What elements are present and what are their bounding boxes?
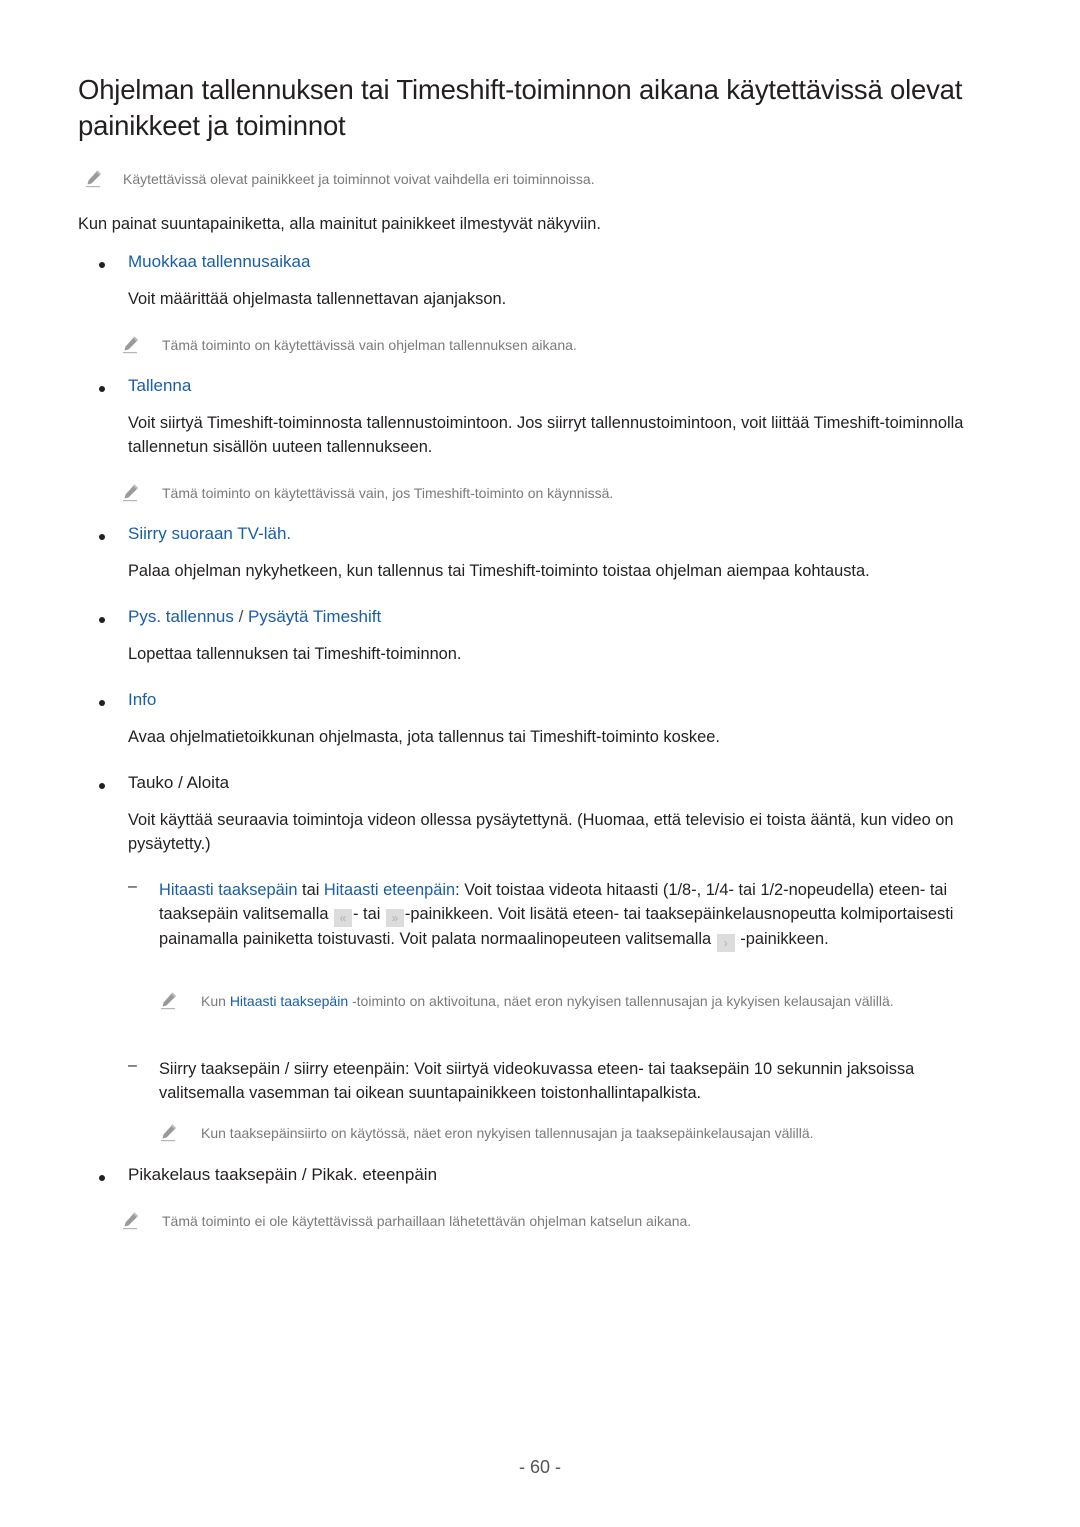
item-heading-tallenna: Tallenna xyxy=(128,376,192,395)
note-text: Kun xyxy=(201,993,230,1009)
play-key-icon: › xyxy=(716,934,735,952)
rewind-key-icon: « xyxy=(334,909,353,927)
term-slow-forward: Hitaasti eteenpäin xyxy=(323,881,456,899)
item-note: Tämä toiminto on käytettävissä vain, jos… xyxy=(162,485,614,501)
item-text: Voit käyttää seuraavia toimintoja videon… xyxy=(128,811,954,853)
item-heading-pikakelaus: Pikakelaus taaksepäin / Pikak. eteenpäin xyxy=(128,1165,438,1184)
page-number: - 60 - xyxy=(518,1457,561,1477)
bullet-icon xyxy=(99,700,105,706)
sub-item-slow-motion: Hitaasti taaksepäin tai Hitaasti eteenpä… xyxy=(159,878,999,952)
sub-note: Kun Hitaasti taaksepäin -toiminto on akt… xyxy=(201,988,991,1014)
term-slow-rewind: Hitaasti taaksepäin xyxy=(159,881,298,899)
bullet-icon xyxy=(99,783,105,789)
item-heading-tauko: Tauko / Aloita xyxy=(128,773,230,792)
dash-bullet: – xyxy=(128,878,137,895)
heading-term: Pysäytä Timeshift xyxy=(248,607,382,626)
note-pencil-icon xyxy=(121,1210,141,1230)
note-term: Hitaasti taaksepäin xyxy=(229,993,349,1009)
heading-term: Pys. tallennus xyxy=(128,607,234,626)
sub-item-skip: Siirry taaksepäin / siirry eteenpäin: Vo… xyxy=(159,1060,915,1102)
note-pencil-icon xyxy=(159,1122,179,1142)
item-text: Voit määrittää ohjelmasta tallennettavan… xyxy=(128,290,507,308)
joiner-text: tai xyxy=(297,881,324,899)
intro-note: Käytettävissä olevat painikkeet ja toimi… xyxy=(123,171,595,187)
bullet-icon xyxy=(99,386,105,392)
sub-text: -painikkeen. xyxy=(735,930,829,948)
note-pencil-icon xyxy=(121,334,141,354)
sub-text: - tai xyxy=(353,905,385,923)
bullet-icon xyxy=(99,617,105,623)
item-text: Voit siirtyä Timeshift-toiminnosta talle… xyxy=(128,414,964,456)
item-text: Lopettaa tallennuksen tai Timeshift-toim… xyxy=(128,645,462,663)
bullet-icon xyxy=(99,1175,105,1181)
page-title: Ohjelman tallennuksen tai Timeshift-toim… xyxy=(78,74,963,141)
note-pencil-icon xyxy=(159,990,179,1010)
note-pencil-icon xyxy=(121,482,141,502)
intro-text: Kun painat suuntapainiketta, alla mainit… xyxy=(78,215,601,233)
heading-separator: / xyxy=(233,607,249,626)
note-pencil-icon xyxy=(84,168,104,188)
item-text: Palaa ohjelman nykyhetkeen, kun tallennu… xyxy=(128,562,870,580)
item-note: Tämä toiminto ei ole käytettävissä parha… xyxy=(162,1213,692,1229)
fast-forward-key-icon: » xyxy=(385,909,404,927)
item-note: Tämä toiminto on käytettävissä vain ohje… xyxy=(162,337,577,353)
item-text: Avaa ohjelmatietoikkunan ohjelmasta, jot… xyxy=(128,728,720,746)
manual-page: Ohjelman tallennuksen tai Timeshift-toim… xyxy=(0,0,1080,1527)
sub-note: Kun taaksepäinsiirto on käytössä, näet e… xyxy=(201,1125,814,1141)
item-heading-muokkaa: Muokkaa tallennusaikaa xyxy=(128,252,311,271)
bullet-icon xyxy=(99,534,105,540)
dash-bullet: – xyxy=(128,1057,137,1074)
item-heading-info: Info xyxy=(128,690,157,709)
note-text: -toiminto on aktivoituna, näet eron nyky… xyxy=(348,993,894,1009)
item-heading-siirry: Siirry suoraan TV-läh. xyxy=(128,524,292,543)
item-heading-pysayta: Pys. tallennus / Pysäytä Timeshift xyxy=(128,605,381,629)
bullet-icon xyxy=(99,262,105,268)
